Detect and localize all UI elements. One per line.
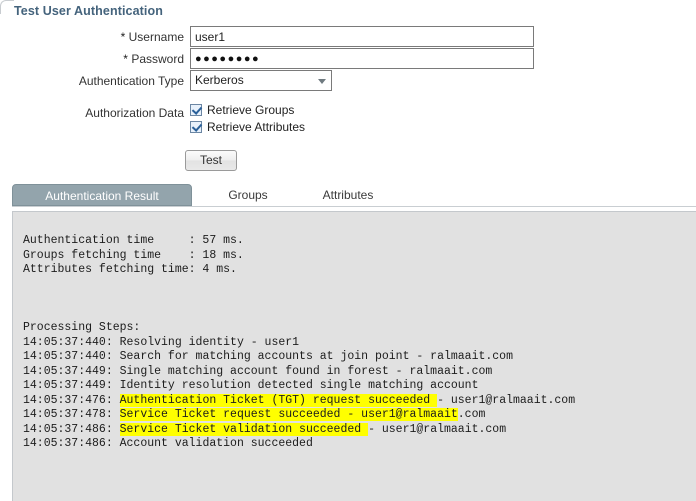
- log-summary-line: Groups fetching time : 18 ms.: [23, 248, 244, 262]
- tab-underline: [12, 206, 696, 207]
- password-label-text: Password: [131, 52, 184, 66]
- log-spacer: [23, 292, 696, 307]
- log-step-line: 14:05:37:486: Service Ticket validation …: [23, 422, 696, 438]
- log-step-timestamp: 14:05:37:440:: [23, 350, 120, 363]
- log-step-line: 14:05:37:476: Authentication Ticket (TGT…: [23, 393, 696, 409]
- checkbox-label-retrieve-groups: Retrieve Groups: [207, 103, 295, 117]
- log-steps-header: Processing Steps:: [23, 321, 141, 334]
- log-content: Authentication time : 57 ms. Groups fetc…: [23, 234, 696, 501]
- log-step-highlighted-text: Authentication Ticket (TGT) request succ…: [119, 393, 438, 407]
- authentication-result-panel: Authentication time : 57 ms. Groups fetc…: [12, 211, 696, 501]
- tab-authentication-result[interactable]: Authentication Result: [12, 184, 192, 206]
- checkbox-retrieve-groups[interactable]: Retrieve Groups: [190, 103, 294, 121]
- tab-attributes[interactable]: Attributes: [305, 184, 391, 206]
- log-spacer: [23, 307, 696, 322]
- password-masked-value: ●●●●●●●●: [195, 53, 261, 65]
- log-step-line: 14:05:37:449: Identity resolution detect…: [23, 379, 696, 394]
- log-step-text: Identity resolution detected single matc…: [119, 379, 479, 392]
- username-label: * Username: [0, 26, 184, 48]
- log-step-line: 14:05:37:440: Resolving identity - user1: [23, 336, 696, 351]
- log-step-timestamp: 14:05:37:449:: [23, 364, 120, 378]
- authentication-type-row: Authentication Type Kerberos: [0, 70, 696, 92]
- checkbox-retrieve-attributes[interactable]: Retrieve Attributes: [190, 120, 305, 138]
- authorization-data-row: Authorization Data: [0, 102, 696, 124]
- required-asterisk-password: *: [123, 52, 128, 66]
- log-step-text: Search for matching accounts at join poi…: [119, 350, 513, 363]
- password-row: * Password ●●●●●●●●: [0, 48, 696, 70]
- log-step-line: 14:05:37:440: Search for matching accoun…: [23, 350, 696, 365]
- log-step-timestamp: 14:05:37:478:: [23, 408, 120, 421]
- tab-groups[interactable]: Groups: [208, 184, 288, 206]
- log-step-line: 14:05:37:449: Single matching account fo…: [23, 365, 696, 380]
- log-step-timestamp: 14:05:37:476:: [23, 393, 120, 407]
- authentication-type-selected-value: Kerberos: [195, 73, 244, 87]
- log-summary-line: Attributes fetching time: 4 ms.: [23, 263, 237, 276]
- log-step-timestamp: 14:05:37:486:: [23, 422, 120, 436]
- log-step-text: Single matching account found in forest …: [119, 364, 493, 378]
- test-user-authentication-page: Test User Authentication * Username * Pa…: [0, 0, 696, 501]
- password-label: * Password: [0, 48, 184, 70]
- required-asterisk-username: *: [120, 30, 126, 44]
- log-step-text: - user1@ralmaait.com: [437, 393, 576, 407]
- log-step-line: 14:05:37:486: Account validation succeed…: [23, 437, 696, 452]
- page-title: Test User Authentication: [14, 4, 163, 18]
- log-steps-list: 14:05:37:440: Resolving identity - user1…: [23, 336, 696, 452]
- log-step-timestamp: 14:05:37:449:: [23, 379, 120, 392]
- chevron-down-icon: [318, 79, 326, 84]
- password-input[interactable]: ●●●●●●●●: [190, 48, 534, 69]
- log-step-text: - user1@ralmaait.com: [368, 422, 507, 436]
- username-label-text: Username: [128, 30, 184, 44]
- log-step-text: Resolving identity - user1: [119, 335, 300, 349]
- authentication-type-select[interactable]: Kerberos: [190, 70, 332, 91]
- log-step-timestamp: 14:05:37:486:: [23, 437, 120, 450]
- checkbox-icon-retrieve-groups[interactable]: [190, 104, 202, 116]
- username-row: * Username: [0, 26, 696, 48]
- username-input[interactable]: [190, 26, 534, 47]
- log-step-line: 14:05:37:478: Service Ticket request suc…: [23, 408, 696, 423]
- log-step-highlighted-text: Service Ticket request succeeded - user1…: [119, 408, 458, 421]
- checkbox-icon-retrieve-attributes[interactable]: [190, 121, 202, 133]
- log-step-timestamp: 14:05:37:440:: [23, 335, 120, 349]
- authentication-type-label: Authentication Type: [78, 74, 184, 88]
- log-step-text: .com: [457, 408, 486, 421]
- log-summary-line: Authentication time : 57 ms.: [23, 234, 244, 247]
- log-step-text: Account validation succeeded: [119, 437, 313, 450]
- result-tabs: Authentication Result Groups Attributes: [12, 184, 696, 208]
- log-step-highlighted-text: Service Ticket validation succeeded: [119, 422, 369, 436]
- test-button[interactable]: Test: [185, 150, 237, 171]
- checkbox-label-retrieve-attributes: Retrieve Attributes: [207, 120, 306, 134]
- panel-corner-decoration: [0, 0, 14, 14]
- authorization-data-label: Authorization Data: [85, 106, 184, 120]
- log-spacer: [23, 278, 696, 293]
